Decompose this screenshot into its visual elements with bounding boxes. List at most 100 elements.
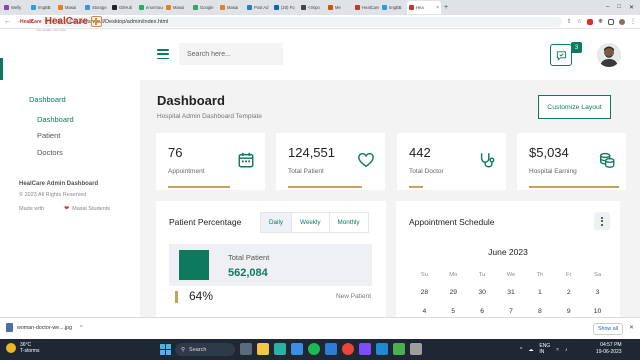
browser-tab[interactable]: (20) Fo bbox=[272, 1, 298, 14]
app-icon[interactable] bbox=[359, 343, 371, 355]
total-patient-box: Total Patient 562,084 bbox=[169, 244, 372, 286]
calendar-day[interactable]: 2 bbox=[554, 289, 583, 296]
calendar-day[interactable]: 5 bbox=[439, 308, 468, 315]
notification-button[interactable] bbox=[550, 44, 572, 66]
maximize-icon[interactable]: □ bbox=[617, 4, 621, 11]
wifi-icon[interactable]: ≈ bbox=[556, 347, 559, 353]
clock-date: 19-06-2023 bbox=[596, 349, 622, 355]
browser-tab[interactable]: <Impo bbox=[299, 1, 325, 14]
browser-tab[interactable]: Post Ad bbox=[245, 1, 271, 14]
calendar-day[interactable]: 10 bbox=[583, 308, 612, 315]
app-icon[interactable] bbox=[393, 343, 405, 355]
browser-tab[interactable]: GitHub bbox=[110, 1, 136, 14]
tab-label: ImgBB bbox=[38, 5, 51, 10]
vscode-icon[interactable] bbox=[376, 343, 388, 355]
chrome-icon[interactable] bbox=[342, 343, 354, 355]
close-window-icon[interactable]: ✕ bbox=[629, 4, 634, 11]
app-icon[interactable] bbox=[410, 343, 422, 355]
search-input[interactable] bbox=[179, 43, 283, 65]
calendar-month: June 2023 bbox=[488, 247, 528, 257]
profile-icon[interactable] bbox=[619, 18, 625, 25]
windows-start-icon[interactable] bbox=[160, 344, 171, 355]
new-tab-icon[interactable]: + bbox=[444, 4, 448, 11]
calendar-day[interactable]: 4 bbox=[410, 308, 439, 315]
speaker-icon[interactable]: ♪ bbox=[565, 347, 568, 353]
taskbar-search[interactable]: ⚲ Search bbox=[175, 343, 235, 356]
calendar-day[interactable]: 29 bbox=[439, 289, 468, 296]
total-patient-value: 562,084 bbox=[228, 267, 268, 279]
stat-card-total-patient: 124,551 Total Patient bbox=[276, 133, 385, 190]
calendar-day[interactable]: 7 bbox=[497, 308, 526, 315]
address-bar[interactable]: ⓘ File | C:/Users/vipul/Desktop/admin/in… bbox=[40, 16, 562, 27]
browser-tab-strip: Welly ImgBB Masai Storage GitHub enormous Masa… bbox=[0, 0, 640, 15]
chevron-up-icon[interactable]: ^ bbox=[80, 325, 82, 331]
sidepanel-icon[interactable] bbox=[608, 18, 614, 25]
weather-widget[interactable]: 36°C T-storms bbox=[6, 342, 39, 354]
favicon-icon bbox=[247, 5, 252, 10]
edge-icon[interactable] bbox=[274, 343, 286, 355]
taskbar-search-label: Search bbox=[189, 346, 207, 353]
clock[interactable]: 04:57 PM 19-06-2023 bbox=[596, 342, 622, 356]
browser-tab[interactable]: enormous bbox=[137, 1, 163, 14]
sidebar-item-patient[interactable]: Patient bbox=[37, 131, 60, 140]
language-indicator[interactable]: ENG IN bbox=[539, 343, 550, 355]
browser-tab[interactable]: Masai bbox=[56, 1, 82, 14]
calendar-week-2: 4 5 6 7 8 9 10 bbox=[410, 308, 612, 315]
tab-daily[interactable]: Daily bbox=[261, 213, 292, 232]
customize-layout-button[interactable]: Customize Layout bbox=[538, 95, 611, 119]
back-icon[interactable]: ← bbox=[4, 18, 11, 25]
mail-icon[interactable] bbox=[325, 343, 337, 355]
browser-tab[interactable]: ImgBB bbox=[380, 1, 406, 14]
browser-tab[interactable]: Welly bbox=[2, 1, 28, 14]
nav-section-dashboard[interactable]: Dashboard bbox=[29, 95, 66, 104]
tab-monthly[interactable]: Monthly bbox=[330, 213, 368, 232]
chevron-up-icon[interactable]: ^ bbox=[520, 347, 522, 353]
browser-tab[interactable]: Masai bbox=[218, 1, 244, 14]
calendar-day[interactable]: 8 bbox=[525, 308, 554, 315]
browser-tab[interactable]: ImgBB bbox=[29, 1, 55, 14]
sidebar-item-dashboard[interactable]: Dashboard bbox=[37, 115, 74, 124]
calendar-day[interactable]: 3 bbox=[583, 289, 612, 296]
store-icon[interactable] bbox=[291, 343, 303, 355]
calendar-day[interactable]: 1 bbox=[525, 289, 554, 296]
browser-tab[interactable]: Hea × bbox=[407, 1, 441, 14]
calendar-day[interactable]: 9 bbox=[554, 308, 583, 315]
menu-icon[interactable]: ⋮ bbox=[630, 18, 636, 25]
favicon-icon bbox=[85, 5, 90, 10]
sidebar-item-doctors[interactable]: Doctors bbox=[37, 148, 63, 157]
close-tab-icon[interactable]: × bbox=[436, 5, 439, 11]
browser-tab[interactable]: Masai bbox=[164, 1, 190, 14]
taskview-icon[interactable] bbox=[240, 343, 252, 355]
extension-icon[interactable] bbox=[586, 18, 593, 25]
spotify-icon[interactable] bbox=[308, 343, 320, 355]
stat-value: 124,551 bbox=[288, 145, 335, 160]
brand-logo[interactable]: HealCare HealCare bbox=[20, 16, 103, 27]
bookmark-star-icon[interactable]: ☆ bbox=[577, 18, 582, 25]
calendar-day[interactable]: 28 bbox=[410, 289, 439, 296]
more-options-icon[interactable] bbox=[594, 212, 610, 230]
show-all-button[interactable]: Show all bbox=[593, 323, 623, 335]
stat-value: 76 bbox=[168, 145, 183, 160]
tab-label: Google bbox=[200, 5, 214, 10]
browser-tab[interactable]: Me bbox=[326, 1, 352, 14]
minimize-icon[interactable]: – bbox=[606, 4, 609, 11]
appointment-schedule-panel: Appointment Schedule June 2023 Su Mo Tu We T… bbox=[396, 201, 620, 317]
onedrive-icon[interactable]: ☁ bbox=[528, 347, 533, 353]
browser-tab[interactable]: Google bbox=[191, 1, 217, 14]
weekday-label: Mo bbox=[449, 272, 458, 278]
calendar-day[interactable]: 31 bbox=[497, 289, 526, 296]
download-item[interactable]: woman-doctor-we....jpg ^ bbox=[6, 323, 82, 332]
browser-tab[interactable]: Storage bbox=[83, 1, 109, 14]
tab-weekly[interactable]: Weekly bbox=[292, 213, 330, 232]
close-icon[interactable]: ✕ bbox=[629, 324, 634, 331]
taskbar-apps bbox=[240, 343, 422, 355]
browser-tab[interactable]: HealCare bbox=[353, 1, 379, 14]
share-icon[interactable]: ⇧ bbox=[567, 18, 572, 25]
favicon-icon bbox=[328, 5, 333, 10]
puzzle-icon[interactable]: ❋ bbox=[598, 18, 603, 25]
avatar[interactable] bbox=[597, 43, 621, 67]
calendar-day[interactable]: 30 bbox=[468, 289, 497, 296]
calendar-day[interactable]: 6 bbox=[468, 308, 497, 315]
file-explorer-icon[interactable] bbox=[257, 343, 269, 355]
hamburger-menu-icon[interactable] bbox=[157, 49, 169, 59]
